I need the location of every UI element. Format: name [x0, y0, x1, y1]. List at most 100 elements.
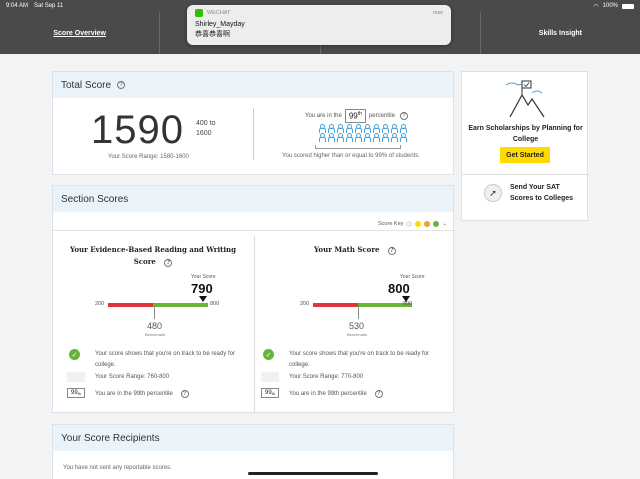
person-icon — [327, 124, 335, 133]
total-score-card: Total Score ? 1590 400 to 1600 Your Scor… — [52, 71, 454, 175]
scholarship-sidebar: Earn Scholarships by Planning for Colleg… — [461, 71, 589, 221]
total-score-scale: 400 to 1600 — [196, 120, 216, 137]
percentile-badge: 99th — [261, 388, 279, 398]
your-score-label: Your Score — [400, 274, 425, 280]
person-icon — [372, 133, 380, 142]
notification-sender: Shirley_Mayday — [195, 21, 245, 28]
tab-score-overview[interactable]: Score Overview — [0, 12, 161, 54]
divider — [253, 108, 254, 160]
status-time: 9:04 AM — [6, 3, 29, 9]
benchmark-label: Benchmark — [145, 332, 166, 337]
math-percentile-text: You are in the 99th percentile ? — [289, 390, 383, 398]
bar-min-label: 200 — [95, 301, 105, 307]
math-title: Your Math Score ? — [255, 244, 455, 256]
battery-icon — [622, 3, 634, 9]
person-icon — [354, 124, 362, 133]
help-icon[interactable]: ? — [117, 81, 126, 89]
check-icon: ✓ — [263, 349, 274, 360]
chevron-down-icon[interactable]: ⌄ — [442, 221, 447, 227]
person-icon — [327, 133, 335, 142]
reading-percentile-text: You are in the 99th percentile ? — [95, 390, 189, 398]
tab-skills-insight[interactable]: Skills Insight — [481, 12, 640, 54]
person-icon — [381, 133, 389, 142]
benchmark-label: Benchmark — [347, 332, 368, 337]
person-icon — [345, 133, 353, 142]
reading-writing-column: Your Evidence-Based Reading and Writing … — [53, 236, 253, 412]
reading-score-value: 790 — [191, 281, 213, 296]
bar-max-label: 800 — [210, 301, 220, 307]
math-benchmark-value: 530 — [349, 321, 365, 331]
score-marker — [199, 296, 207, 302]
send-scores-icon: ➚ — [484, 184, 502, 202]
help-icon[interactable]: ? — [387, 247, 396, 255]
person-icon — [399, 133, 407, 142]
reading-writing-title: Your Evidence-Based Reading and Writing … — [69, 245, 237, 267]
total-score-header: Total Score ? — [53, 72, 453, 98]
check-icon: ✓ — [69, 349, 80, 360]
battery-percent: 100% — [602, 3, 618, 9]
person-icon — [363, 124, 371, 133]
math-column: Your Math Score ? Your Score 800 200 800… — [254, 236, 454, 412]
section-scores-title: Section Scores — [61, 193, 129, 205]
math-score-range: Your Score Range: 770-800 — [289, 374, 364, 380]
person-icon — [318, 124, 326, 133]
reading-score-bar — [108, 303, 208, 307]
score-recipients-text: You have not sent any reportable scores. — [63, 465, 172, 471]
send-scores-link[interactable]: Send Your SAT Scores to Colleges — [510, 182, 580, 204]
math-on-track-text: Your score shows that you're on track to… — [289, 351, 429, 368]
bar-min-label: 200 — [300, 301, 310, 307]
help-icon[interactable]: ? — [374, 390, 383, 398]
person-icon — [390, 124, 398, 133]
section-scores-card: Section Scores Score Key ⌄ Your Evidence… — [52, 185, 455, 413]
person-icon — [390, 133, 398, 142]
key-dot — [424, 221, 431, 227]
percentile-caption: You scored higher than or equal to 99% o… — [282, 153, 420, 159]
percentile-badge: 99th — [67, 388, 85, 398]
percentile-people-graphic — [318, 124, 407, 142]
key-dot — [433, 221, 440, 227]
total-score-title: Total Score — [61, 79, 112, 91]
help-icon[interactable]: ? — [399, 111, 408, 120]
range-swatch — [261, 372, 279, 382]
bar-max-label: 800 — [403, 301, 413, 307]
total-score-range: Your Score Range: 1580-1600 — [108, 154, 189, 160]
notification-time: now — [432, 10, 443, 16]
person-icon — [399, 124, 407, 133]
status-date: Sat Sep 11 — [34, 3, 64, 9]
wechat-notification[interactable]: WECHAT now Shirley_Mayday 恭喜恭喜啊 — [187, 5, 451, 45]
key-dot — [406, 221, 413, 227]
score-key[interactable]: Score Key ⌄ — [378, 221, 447, 227]
divider — [462, 174, 589, 175]
wifi-icon: ◠ — [593, 3, 599, 10]
math-score-value: 800 — [388, 281, 410, 296]
person-icon — [354, 133, 362, 142]
percentile-box: 99th — [344, 109, 366, 123]
math-score-bar — [313, 303, 412, 307]
person-icon — [336, 133, 344, 142]
key-dot — [415, 221, 422, 227]
notification-app: WECHAT — [207, 10, 231, 16]
wechat-icon — [195, 9, 203, 17]
reading-benchmark-value: 480 — [147, 321, 163, 331]
mountain-flag-icon — [505, 80, 545, 118]
person-icon — [336, 124, 344, 133]
help-icon[interactable]: ? — [180, 390, 189, 398]
reading-score-range: Your Score Range: 760-800 — [95, 374, 170, 380]
benchmark-tick — [358, 307, 359, 319]
person-icon — [318, 133, 326, 142]
person-icon — [363, 133, 371, 142]
percentile-bracket — [315, 145, 401, 149]
divider — [53, 230, 455, 231]
person-icon — [372, 124, 380, 133]
benchmark-tick — [154, 307, 155, 319]
home-indicator[interactable] — [248, 472, 378, 475]
notification-message: 恭喜恭喜啊 — [195, 31, 230, 38]
score-recipients-header: Your Score Recipients — [53, 425, 453, 451]
range-swatch — [67, 372, 85, 382]
help-icon[interactable]: ? — [164, 259, 173, 267]
your-score-label: Your Score — [191, 274, 216, 280]
get-started-button[interactable]: Get Started — [500, 147, 550, 163]
person-icon — [345, 124, 353, 133]
section-scores-header: Section Scores — [53, 186, 453, 212]
score-recipients-title: Your Score Recipients — [61, 432, 160, 444]
